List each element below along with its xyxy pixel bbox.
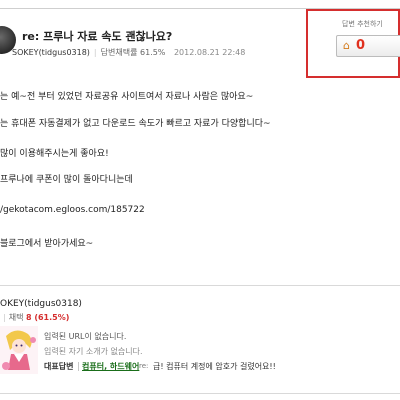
profile-rate-value: 8 (61.5%) (25, 313, 70, 322)
representative-category-link[interactable]: 컴퓨터, 하드웨어 (82, 361, 139, 372)
profile-image (0, 326, 38, 374)
recommend-panel: 답변 추천하기 ⌂ 0 (306, 9, 400, 78)
profile-intro-text: 입력된 자기 소개가 없습니다. (44, 347, 143, 356)
answer-body-line: 는 휴대폰 자동결제가 없고 다운로드 속도가 빠르고 자료가 다양합니다~ (0, 119, 271, 129)
answer-body-line: 는 예~전 부터 있었던 자료공유 사이트여서 자료나 사람은 많아요~ (0, 92, 254, 102)
profile-url-text: 입력된 URL이 없습니다. (44, 332, 127, 341)
profile-rate: | 채택 8 (61.5%) (0, 312, 69, 323)
adoption-rate-label: 답변채택률 (100, 48, 138, 57)
answer-body-link[interactable]: /gekotacom.egloos.com/185722 (0, 205, 145, 215)
recommend-button[interactable]: ⌂ 0 (336, 35, 400, 57)
answer-date: 2012.08.21 22:48 (173, 48, 246, 57)
section-divider (0, 285, 400, 286)
answer-body-line: 프루나에 쿠폰이 많이 돌아다니는데 (0, 175, 133, 185)
thumbs-up-icon: ⌂ (343, 39, 350, 52)
answer-meta: SOKEY(tidgus0318) | 답변채택률 61.5% 2012.08.21… (12, 47, 245, 58)
profile-rate-label: 채택 (8, 313, 24, 322)
representative-answer-label: 대표답변 (44, 362, 74, 371)
adoption-rate-value: 61.5% (139, 48, 166, 57)
representative-answer-title[interactable]: 급! 컴퓨터 계정에 암호가 걸렸어요!! (153, 361, 276, 372)
meta-separator: | (93, 48, 97, 57)
profile-character-illustration (0, 326, 38, 374)
profile-name[interactable]: OKEY(tidgus0318) (0, 299, 82, 309)
rate-separator: | (3, 313, 6, 322)
answer-body-line: 블로그에서 받아가세요~ (0, 239, 94, 249)
bottom-border (0, 393, 400, 394)
answer-body-line: 많이 이용해주시는게 좋아요! (0, 149, 109, 159)
recommend-count: 0 (356, 38, 366, 53)
recommend-label: 답변 추천하기 (342, 20, 383, 28)
representative-re-prefix: re: (139, 362, 149, 370)
answer-title: re: 프루나 자료 속도 괜찮나요? (22, 30, 173, 43)
rep-separator (78, 362, 79, 371)
answer-author[interactable]: SOKEY(tidgus0318) (12, 48, 90, 57)
